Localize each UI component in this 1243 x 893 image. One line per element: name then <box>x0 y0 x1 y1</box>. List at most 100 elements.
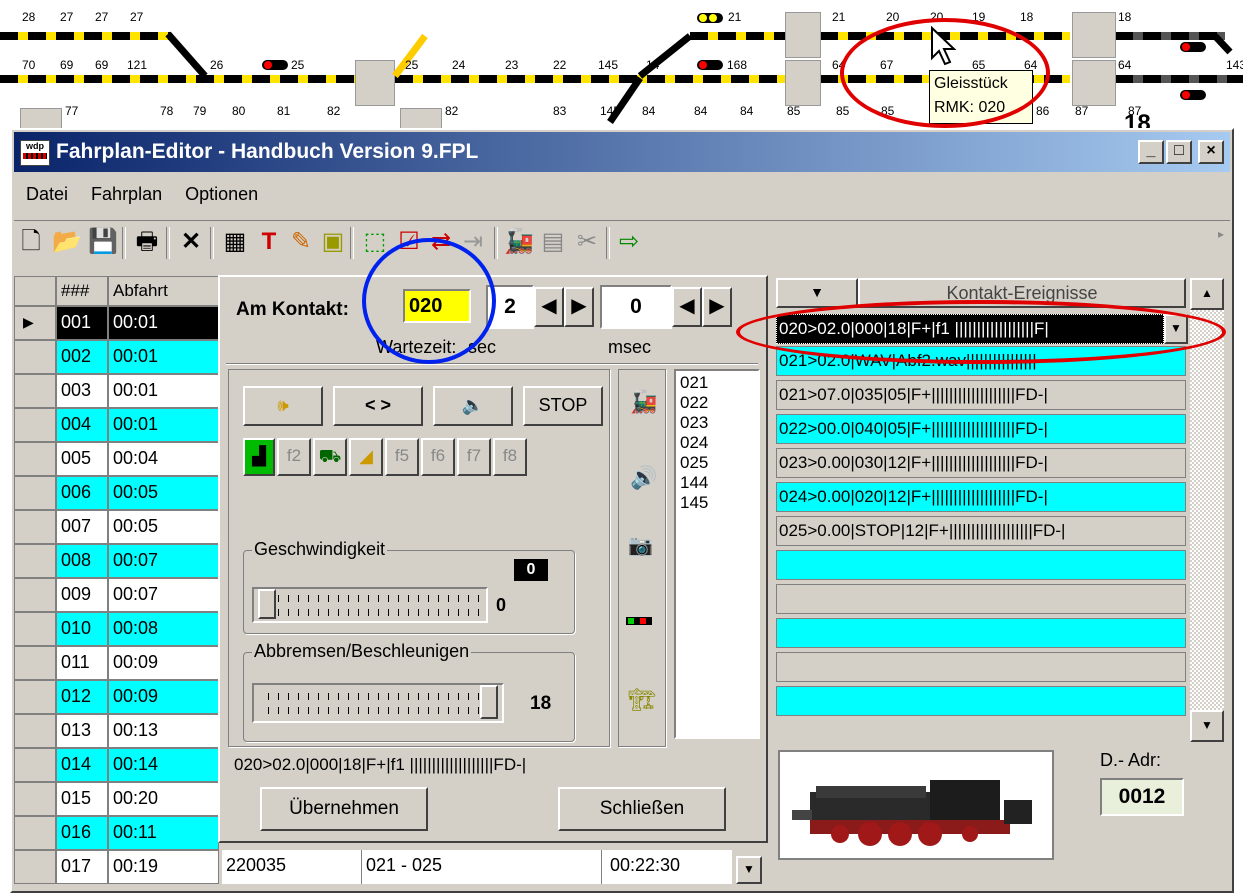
f6-button[interactable]: f6 <box>421 438 455 476</box>
grid-row-header[interactable] <box>14 816 56 850</box>
menu-fahrplan[interactable]: Fahrplan <box>91 184 162 204</box>
grid-header-num[interactable]: ### <box>56 276 108 306</box>
contact-list-item[interactable]: 022 <box>680 393 758 413</box>
event-row[interactable]: 022>00.0|040|05|F+|||||||||||||||||||FD-… <box>776 414 1186 444</box>
grid-cell-num[interactable]: 017 <box>56 850 108 884</box>
signal-toggle-icon[interactable] <box>626 617 652 625</box>
save-icon[interactable]: 💾 <box>88 227 118 257</box>
table-icon[interactable]: ▦ <box>220 227 250 257</box>
f8-button[interactable]: f8 <box>493 438 527 476</box>
accept-button[interactable]: Übernehmen <box>260 787 428 831</box>
grid-row-header[interactable] <box>14 646 56 680</box>
grid-cell-num[interactable]: 003 <box>56 374 108 408</box>
contact-list-item[interactable]: 025 <box>680 453 758 473</box>
menu-datei[interactable]: Datei <box>26 184 68 204</box>
events-header[interactable]: Kontakt-Ereignisse <box>858 278 1186 308</box>
grid-row-header[interactable] <box>14 578 56 612</box>
grid-cell-abfahrt[interactable]: 00:08 <box>108 612 219 646</box>
f5-button[interactable]: f5 <box>385 438 419 476</box>
wait-msec-field[interactable]: 0 <box>600 285 672 329</box>
select-icon[interactable]: ⬚ <box>360 227 390 257</box>
events-selected-row[interactable]: 020>02.0|000|18|F+|f1 ||||||||||||||||||… <box>776 314 1164 344</box>
maximize-button[interactable]: □ <box>1166 140 1192 164</box>
sec-increment-button[interactable]: ▶ <box>564 287 594 327</box>
f1-light-button[interactable]: ▟ <box>243 438 275 476</box>
grid-row-header[interactable]: ▶ <box>14 306 56 340</box>
grid-cell-num[interactable]: 011 <box>56 646 108 680</box>
event-row[interactable]: 021>02.0|WAV|Abf2.wav|||||||||||||||| <box>776 346 1186 376</box>
direction-button[interactable]: < > <box>333 386 423 426</box>
speaker-icon[interactable]: 🔊 <box>630 465 657 491</box>
contact-list-item[interactable]: 145 <box>680 493 758 513</box>
grid-last-row-col1[interactable]: 220035 <box>222 850 362 884</box>
swap-icon[interactable]: ⇄ <box>426 227 456 257</box>
grid-row-header[interactable] <box>14 510 56 544</box>
ramp-button[interactable]: ◢ <box>349 438 383 476</box>
grid-cell-abfahrt[interactable]: 00:01 <box>108 340 219 374</box>
event-row[interactable] <box>776 550 1186 580</box>
grid-cell-num[interactable]: 004 <box>56 408 108 442</box>
f7-button[interactable]: f7 <box>457 438 491 476</box>
grid-cell-abfahrt[interactable]: 00:09 <box>108 646 219 680</box>
wait-sec-field[interactable]: 2 <box>486 285 534 329</box>
grid-cell-abfahrt[interactable]: 00:09 <box>108 680 219 714</box>
event-row[interactable]: 021>07.0|035|05|F+|||||||||||||||||||FD-… <box>776 380 1186 410</box>
grid-cell-num[interactable]: 008 <box>56 544 108 578</box>
events-scroll-down-button[interactable]: ▼ <box>1190 710 1224 742</box>
grid-row-header[interactable] <box>14 680 56 714</box>
crane-icon[interactable]: 🏗 <box>628 687 656 713</box>
grid-cell-num[interactable]: 001 <box>56 306 108 340</box>
speed-slider[interactable] <box>252 587 488 623</box>
grid-cell-num[interactable]: 007 <box>56 510 108 544</box>
disk-icon[interactable]: ▤ <box>538 227 568 257</box>
grid-cell-num[interactable]: 006 <box>56 476 108 510</box>
track-diagram[interactable]: 28 27 27 27 21 21 20 20 19 18 18 70 69 6… <box>0 0 1243 130</box>
camera-icon[interactable]: 📷 <box>628 533 653 558</box>
contacts-list[interactable]: 021 022 023 024 025 144 145 <box>674 369 760 739</box>
event-row[interactable] <box>776 618 1186 648</box>
events-dropdown-button[interactable]: ▼ <box>776 278 858 308</box>
kontakt-input[interactable]: 020 <box>403 289 471 323</box>
check-icon[interactable]: ☑ <box>394 227 424 257</box>
window-icon[interactable]: ▣ <box>318 227 348 257</box>
grid-row-header[interactable] <box>14 714 56 748</box>
export-icon[interactable]: ⇥ <box>458 227 488 257</box>
grid-row-header[interactable] <box>14 612 56 646</box>
close-panel-button[interactable]: Schließen <box>558 787 726 831</box>
event-row[interactable]: 024>0.00|020|12|F+|||||||||||||||||||FD-… <box>776 482 1186 512</box>
grid-cell-num[interactable]: 014 <box>56 748 108 782</box>
locomotive-icon[interactable]: 🚂 <box>630 389 657 415</box>
grid-last-row-col2[interactable]: 021 - 025 <box>362 850 602 884</box>
contact-list-item[interactable]: 023 <box>680 413 758 433</box>
grid-row-header[interactable] <box>14 374 56 408</box>
contact-list-item[interactable]: 144 <box>680 473 758 493</box>
grid-cell-num[interactable]: 005 <box>56 442 108 476</box>
events-scroll-up-button[interactable]: ▲ <box>1190 278 1224 310</box>
event-row[interactable]: 025>0.00|STOP|12|F+|||||||||||||||||||FD… <box>776 516 1186 546</box>
title-bar[interactable]: wdp Fahrplan-Editor - Handbuch Version 9… <box>14 132 1230 172</box>
print-icon[interactable]: 🖶 <box>132 227 162 257</box>
grid-cell-num[interactable]: 012 <box>56 680 108 714</box>
grid-cell-num[interactable]: 010 <box>56 612 108 646</box>
grid-cell-abfahrt[interactable]: 00:01 <box>108 306 219 340</box>
event-row[interactable] <box>776 686 1186 716</box>
toolbar-chevron-icon[interactable]: ▸ <box>1218 227 1224 241</box>
grid-row-header[interactable] <box>14 782 56 816</box>
grid-cell-abfahrt[interactable]: 00:13 <box>108 714 219 748</box>
grid-cell-abfahrt[interactable]: 00:11 <box>108 816 219 850</box>
grid-cell-abfahrt[interactable]: 00:05 <box>108 476 219 510</box>
grid-scroll-down-button[interactable]: ▼ <box>736 856 762 884</box>
train-icon[interactable]: 🚂 <box>504 227 534 257</box>
stop-button[interactable]: STOP <box>523 386 603 426</box>
grid-cell-abfahrt[interactable]: 00:01 <box>108 408 219 442</box>
grid-cell-abfahrt[interactable]: 00:05 <box>108 510 219 544</box>
text-edit-icon[interactable]: T <box>254 227 284 257</box>
grid-cell-num[interactable]: 009 <box>56 578 108 612</box>
horn-button[interactable]: 🔈 <box>433 386 513 426</box>
grid-cell-num[interactable]: 013 <box>56 714 108 748</box>
event-row[interactable] <box>776 584 1186 614</box>
sec-decrement-button[interactable]: ◀ <box>534 287 564 327</box>
grid-cell-abfahrt[interactable]: 00:07 <box>108 578 219 612</box>
grid-header-abfahrt[interactable]: Abfahrt <box>108 276 219 306</box>
brake-slider-thumb[interactable] <box>480 685 498 719</box>
